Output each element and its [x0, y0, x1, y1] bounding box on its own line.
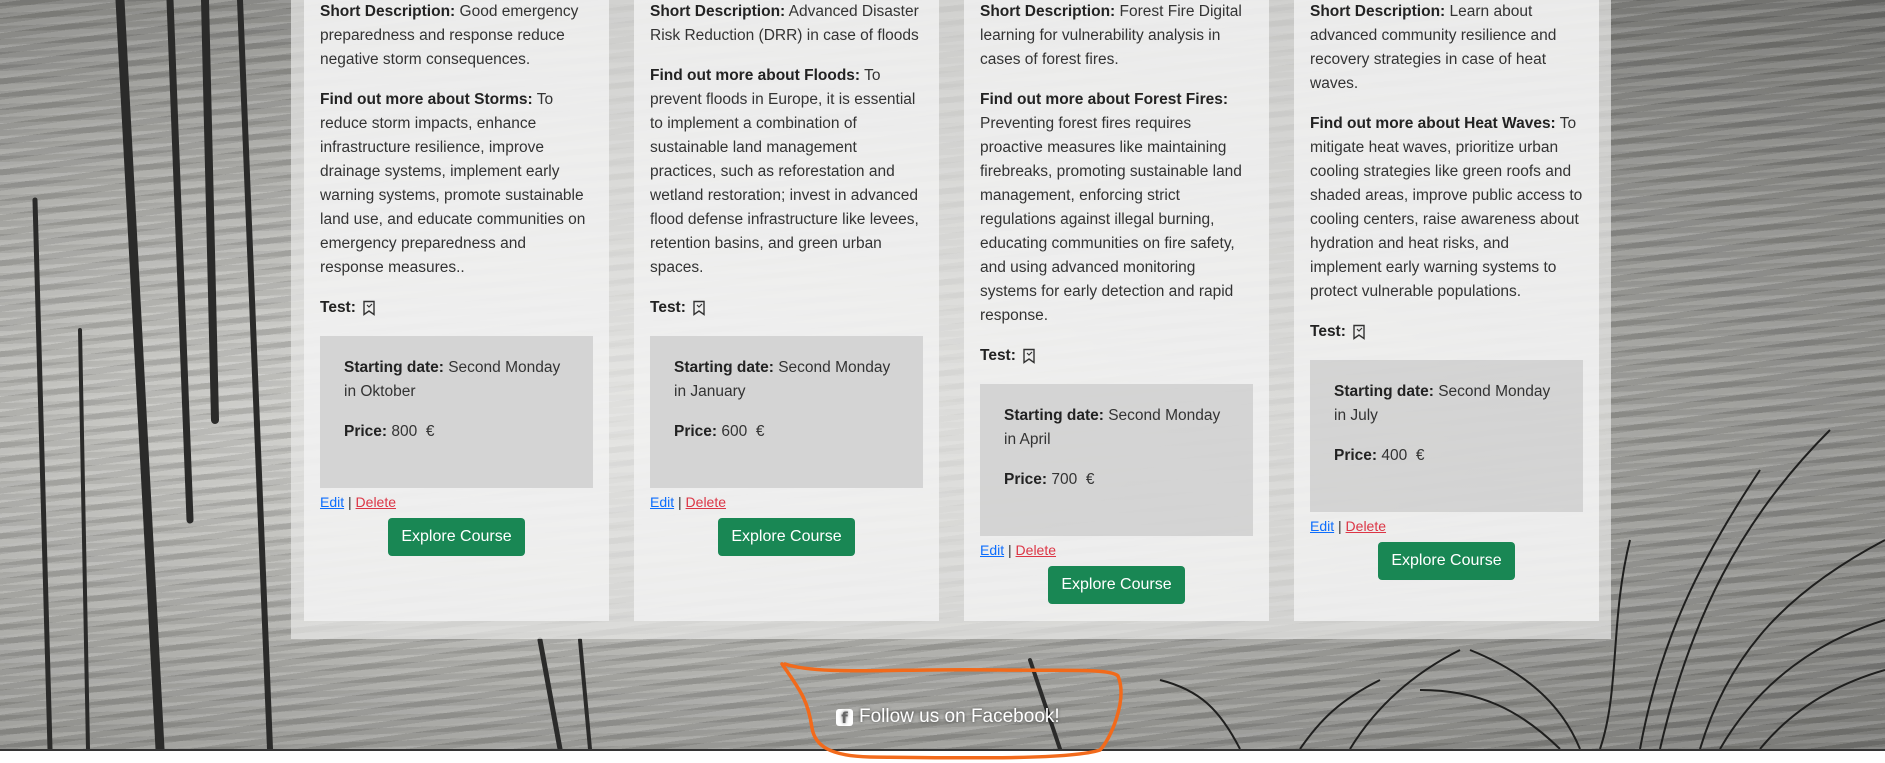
find-out-more: Find out more about Storms: To reduce st…	[320, 91, 586, 276]
test-row: Test:	[980, 344, 1253, 368]
edit-link[interactable]: Edit	[1310, 518, 1334, 534]
edit-link[interactable]: Edit	[980, 542, 1004, 558]
test-label: Test:	[320, 299, 356, 316]
starting-date: Starting date: Second Monday in January	[674, 359, 891, 400]
explore-course-button[interactable]: Explore Course	[718, 518, 855, 556]
short-description: Short Description: Good emergency prepar…	[320, 3, 579, 68]
admin-links: Edit | Delete	[650, 494, 727, 510]
facebook-follow-link[interactable]: f Follow us on Facebook!	[836, 706, 1060, 728]
short-description: Short Description: Advanced Disaster Ris…	[650, 3, 919, 44]
test-row: Test:	[1310, 320, 1583, 344]
test-row: Test:	[650, 296, 923, 320]
price: Price: 800 €	[344, 423, 435, 440]
short-description: Short Description: Forest Fire Digital l…	[980, 3, 1242, 68]
test-row: Test:	[320, 296, 593, 320]
find-out-more: Find out more about Floods: To prevent f…	[650, 67, 919, 276]
delete-link[interactable]: Delete	[1016, 542, 1056, 558]
euro-icon: €	[1085, 471, 1095, 488]
test-label: Test:	[980, 347, 1016, 364]
course-card-forest-fires: Short Description: Forest Fire Digital l…	[964, 0, 1269, 621]
bookmark-icon[interactable]	[692, 300, 706, 316]
euro-icon: €	[755, 423, 765, 440]
course-info-box: Starting date: Second Monday in April Pr…	[980, 384, 1253, 536]
starting-date: Starting date: Second Monday in Oktober	[344, 359, 561, 400]
find-out-more: Find out more about Forest Fires: Preven…	[980, 91, 1242, 324]
euro-icon: €	[425, 423, 435, 440]
delete-link[interactable]: Delete	[1346, 518, 1386, 534]
course-info-box: Starting date: Second Monday in Oktober …	[320, 336, 593, 488]
course-card-storms: Short Description: Good emergency prepar…	[304, 0, 609, 621]
bookmark-icon[interactable]	[362, 300, 376, 316]
course-card-floods: Short Description: Advanced Disaster Ris…	[634, 0, 939, 621]
edit-link[interactable]: Edit	[650, 494, 674, 510]
explore-course-button[interactable]: Explore Course	[1378, 542, 1515, 580]
delete-link[interactable]: Delete	[686, 494, 726, 510]
bookmark-icon[interactable]	[1352, 324, 1366, 340]
delete-link[interactable]: Delete	[356, 494, 396, 510]
admin-links: Edit | Delete	[980, 542, 1057, 558]
test-label: Test:	[650, 299, 686, 316]
facebook-square-icon: f	[836, 708, 853, 727]
bookmark-icon[interactable]	[1022, 348, 1036, 364]
explore-course-button[interactable]: Explore Course	[1048, 566, 1185, 604]
starting-date: Starting date: Second Monday in April	[1004, 407, 1221, 448]
admin-links: Edit | Delete	[1310, 518, 1387, 534]
short-description: Short Description: Learn about advanced …	[1310, 3, 1557, 92]
starting-date: Starting date: Second Monday in July	[1334, 383, 1551, 424]
admin-links: Edit | Delete	[320, 494, 397, 510]
facebook-follow-label: Follow us on Facebook!	[859, 706, 1060, 727]
euro-icon: €	[1415, 447, 1425, 464]
courses-panel: Short Description: Good emergency prepar…	[291, 0, 1611, 639]
edit-link[interactable]: Edit	[320, 494, 344, 510]
course-card-heat-waves: Short Description: Learn about advanced …	[1294, 0, 1599, 621]
price: Price: 400 €	[1334, 447, 1425, 464]
price: Price: 600 €	[674, 423, 765, 440]
price: Price: 700 €	[1004, 471, 1095, 488]
course-info-box: Starting date: Second Monday in July Pri…	[1310, 360, 1583, 512]
test-label: Test:	[1310, 323, 1346, 340]
explore-course-button[interactable]: Explore Course	[388, 518, 525, 556]
course-info-box: Starting date: Second Monday in January …	[650, 336, 923, 488]
find-out-more: Find out more about Heat Waves: To mitig…	[1310, 115, 1583, 300]
